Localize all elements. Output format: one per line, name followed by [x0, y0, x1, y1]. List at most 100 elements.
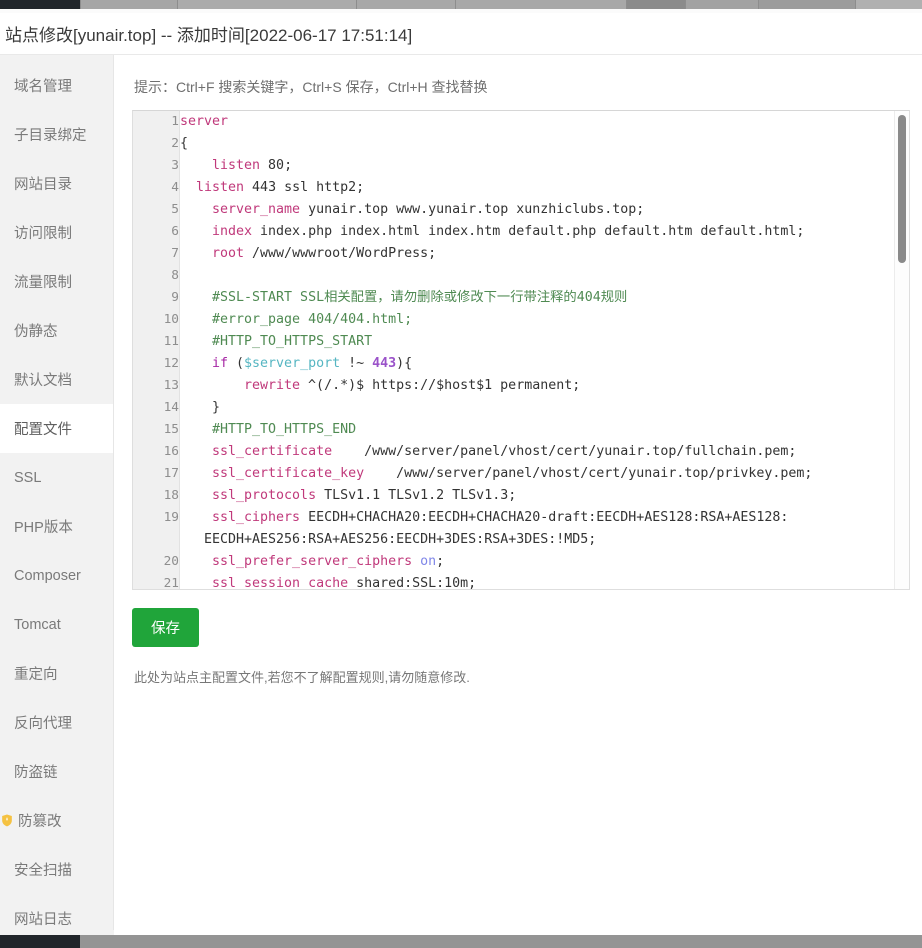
code-line: 7 root /www/wwwroot/WordPress;	[133, 243, 909, 265]
line-number: 3	[133, 155, 180, 177]
sidebar-item-label: 配置文件	[14, 422, 72, 438]
line-content[interactable]: root /www/wwwroot/WordPress;	[180, 243, 910, 265]
code-line: 1 server	[133, 111, 909, 133]
line-content[interactable]: #SSL-START SSL相关配置，请勿删除或修改下一行带注释的404规则	[180, 287, 910, 309]
line-content[interactable]	[180, 265, 910, 287]
line-number: 1	[133, 111, 180, 133]
sidebar-item-1[interactable]: 域名管理	[0, 61, 113, 110]
sidebar-item-4[interactable]: 访问限制	[0, 208, 113, 257]
sidebar-item-label: 默认文档	[14, 373, 72, 389]
code-line: 21 ssl_session_cache shared:SSL:10m;	[133, 573, 909, 589]
code-line: 20 ssl_prefer_server_ciphers on;	[133, 551, 909, 573]
code-line: 4 listen 443 ssl http2;	[133, 177, 909, 199]
sidebar-item-label: 防篡改	[18, 814, 62, 830]
sidebar-item-6[interactable]: 伪静态	[0, 306, 113, 355]
sidebar-item-3[interactable]: 网站目录	[0, 159, 113, 208]
browser-tab-active[interactable]	[0, 0, 80, 9]
config-editor[interactable]: 1 server 2{3 listen 80; 4 listen 443 ssl http…	[132, 110, 910, 590]
line-number: 10	[133, 309, 180, 331]
sidebar-item-11[interactable]: Composer	[0, 551, 113, 600]
code-line: 13 rewrite ^(/.*)$ https://$host$1 perman…	[133, 375, 909, 397]
sidebar-item-14[interactable]: 反向代理	[0, 698, 113, 747]
editor-scroll-area[interactable]: 1 server 2{3 listen 80; 4 listen 443 ssl http…	[133, 111, 909, 589]
code-line: 19 ssl_ciphers EECDH+CHACHA20:EECDH+CHACH…	[133, 507, 909, 551]
sidebar-item-label: 流量限制	[14, 275, 72, 291]
line-content[interactable]: #HTTP_TO_HTTPS_END	[180, 419, 910, 441]
sidebar-item-15[interactable]: 防盗链	[0, 747, 113, 796]
browser-tab[interactable]	[455, 0, 626, 9]
line-content[interactable]: if ($server_port !~ 443){	[180, 353, 910, 375]
sidebar-item-10[interactable]: PHP版本	[0, 502, 113, 551]
browser-tab[interactable]	[356, 0, 455, 9]
line-content[interactable]: ssl_certificate /www/server/panel/vhost/…	[180, 441, 910, 463]
code-line: 11 #HTTP_TO_HTTPS_START	[133, 331, 909, 353]
sidebar-item-label: 重定向	[14, 667, 58, 683]
line-number: 7	[133, 243, 180, 265]
code-line: 18 ssl_protocols TLSv1.1 TLSv1.2 TLSv1.3;	[133, 485, 909, 507]
sidebar-item-17[interactable]: 安全扫描	[0, 845, 113, 894]
sidebar-item-label: 域名管理	[14, 79, 72, 95]
browser-tab[interactable]	[685, 0, 758, 9]
line-content[interactable]: {	[180, 133, 910, 155]
line-content[interactable]: #error_page 404/404.html;	[180, 309, 910, 331]
sidebar-item-label: 网站目录	[14, 177, 72, 193]
browser-tab[interactable]	[177, 0, 356, 9]
line-content[interactable]: #HTTP_TO_HTTPS_START	[180, 331, 910, 353]
page-scrollbar-thumb[interactable]	[0, 935, 80, 948]
editor-hint: 提示：Ctrl+F 搜索关键字，Ctrl+S 保存，Ctrl+H 查找替换	[134, 79, 488, 95]
line-content[interactable]: ssl_ciphers EECDH+CHACHA20:EECDH+CHACHA2…	[180, 507, 910, 551]
editor-scrollbar-thumb[interactable]	[898, 115, 906, 263]
line-content[interactable]: server	[180, 111, 910, 133]
sidebar-item-12[interactable]: Tomcat	[0, 600, 113, 649]
browser-tab[interactable]	[758, 0, 855, 9]
sidebar-item-label: Tomcat	[14, 616, 61, 633]
sidebar-item-7[interactable]: 默认文档	[0, 355, 113, 404]
line-number: 18	[133, 485, 180, 507]
line-number: 6	[133, 221, 180, 243]
code-line: 8	[133, 265, 909, 287]
code-line: 3 listen 80;	[133, 155, 909, 177]
sidebar-item-16[interactable]: 防篡改	[0, 796, 113, 845]
line-number: 12	[133, 353, 180, 375]
save-button[interactable]: 保存	[132, 608, 199, 647]
line-content[interactable]: rewrite ^(/.*)$ https://$host$1 permanen…	[180, 375, 910, 397]
sidebar-item-8[interactable]: 配置文件	[0, 404, 113, 453]
line-number: 4	[133, 177, 180, 199]
sidebar-item-5[interactable]: 流量限制	[0, 257, 113, 306]
line-content[interactable]: listen 80;	[180, 155, 910, 177]
line-number: 5	[133, 199, 180, 221]
code-line: 10 #error_page 404/404.html;	[133, 309, 909, 331]
line-content[interactable]: ssl_session_cache shared:SSL:10m;	[180, 573, 910, 589]
code-line: 2{	[133, 133, 909, 155]
page-horizontal-scrollbar[interactable]	[0, 935, 922, 948]
code-line: 12 if ($server_port !~ 443){	[133, 353, 909, 375]
line-content[interactable]: ssl_prefer_server_ciphers on;	[180, 551, 910, 573]
sidebar-item-2[interactable]: 子目录绑定	[0, 110, 113, 159]
sidebar-item-13[interactable]: 重定向	[0, 649, 113, 698]
code-lines: 1 server 2{3 listen 80; 4 listen 443 ssl http…	[133, 111, 909, 589]
line-content[interactable]: ssl_protocols TLSv1.1 TLSv1.2 TLSv1.3;	[180, 485, 910, 507]
line-content[interactable]: index index.php index.html index.htm def…	[180, 221, 910, 243]
line-content[interactable]: listen 443 ssl http2;	[180, 177, 910, 199]
editor-vertical-scrollbar[interactable]	[894, 111, 909, 589]
browser-tab[interactable]	[80, 0, 177, 9]
sidebar-item-label: 子目录绑定	[14, 128, 87, 144]
line-content[interactable]: ssl_certificate_key /www/server/panel/vh…	[180, 463, 910, 485]
line-number: 9	[133, 287, 180, 309]
code-line: 16 ssl_certificate /www/server/panel/vhos…	[133, 441, 909, 463]
sidebar-item-9[interactable]: SSL	[0, 453, 113, 502]
line-number: 21	[133, 573, 180, 589]
line-content[interactable]: }	[180, 397, 910, 419]
sidebar-item-label: PHP版本	[14, 520, 73, 536]
line-content[interactable]: server_name yunair.top www.yunair.top xu…	[180, 199, 910, 221]
browser-tab-strip	[0, 0, 922, 9]
line-number: 17	[133, 463, 180, 485]
line-number: 20	[133, 551, 180, 573]
sidebar-item-label: 伪静态	[14, 324, 58, 340]
page-title: 站点修改[yunair.top] -- 添加时间[2022-06-17 17:5…	[5, 26, 413, 45]
sidebar-item-label: SSL	[14, 469, 42, 486]
main-panel: 提示：Ctrl+F 搜索关键字，Ctrl+S 保存，Ctrl+H 查找替换 1s…	[114, 55, 922, 930]
browser-tab[interactable]	[626, 0, 685, 9]
sidebar-item-label: 防盗链	[14, 765, 58, 781]
code-line: 5 server_name yunair.top www.yunair.top x…	[133, 199, 909, 221]
